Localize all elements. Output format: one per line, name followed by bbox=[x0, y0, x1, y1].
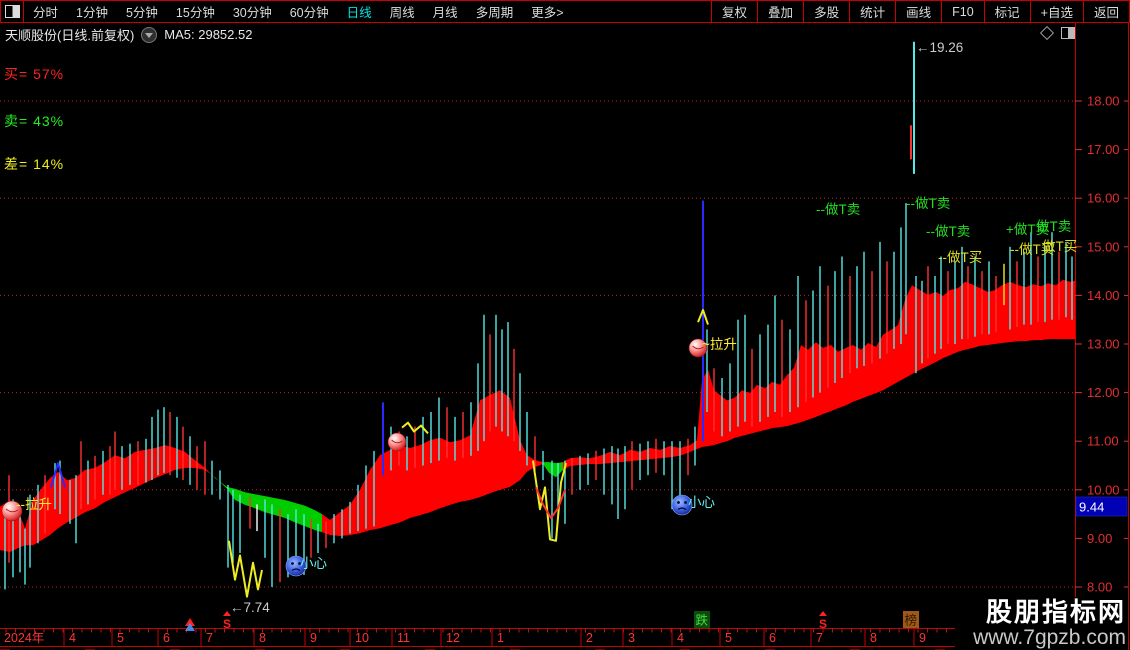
month-label: 12 bbox=[446, 631, 460, 645]
chart-annotation: 小心 bbox=[300, 556, 327, 571]
ma-value-label: MA5: 29852.52 bbox=[164, 27, 253, 42]
toolbar-button[interactable]: 复权 bbox=[711, 1, 757, 22]
timeline-badge-label: 榜 bbox=[905, 613, 918, 628]
signal-percentage-label: 差= 14% bbox=[4, 156, 65, 172]
split-pane-icon bbox=[4, 5, 20, 18]
scribble-line bbox=[228, 540, 263, 598]
chart-annotation: ~拉升 bbox=[702, 337, 737, 352]
toolbar-button[interactable]: 多股 bbox=[803, 1, 849, 22]
title-row-icons bbox=[1039, 25, 1075, 41]
indicator-band bbox=[215, 477, 322, 533]
sad-face-eye bbox=[684, 501, 687, 504]
period-tab[interactable]: 60分钟 bbox=[281, 2, 338, 21]
price-label: 12.00 bbox=[1087, 385, 1120, 400]
price-label: 13.00 bbox=[1087, 337, 1120, 352]
toolbar: 分时 1分钟 5分钟 15分钟 30分钟 60分钟 日线 周线 月线 多周期 更多> 复权 叠加 多股统… bbox=[0, 0, 1130, 23]
watermark-site-name: 股朋指标网 bbox=[985, 597, 1126, 627]
toolbar-right-buttons: 复权 叠加 多股 统计 画线 F10 标记 +自选 返回 bbox=[711, 1, 1129, 22]
sad-face-eye bbox=[677, 501, 680, 504]
period-tab[interactable]: 1分钟 bbox=[67, 2, 117, 21]
chart-annotation: 小心 bbox=[688, 495, 716, 510]
chart-annotation: 做T买 bbox=[1042, 239, 1077, 254]
period-tab[interactable]: 多周期 bbox=[467, 2, 523, 21]
period-tab[interactable]: 15分钟 bbox=[167, 2, 224, 21]
chart-annotation: --做T卖 bbox=[906, 196, 950, 211]
month-label: 8 bbox=[259, 631, 266, 645]
price-label: 10.00 bbox=[1087, 482, 1120, 497]
price-label: 8.00 bbox=[1087, 580, 1112, 595]
period-tab[interactable]: 30分钟 bbox=[224, 2, 281, 21]
price-label: 14.00 bbox=[1087, 288, 1120, 303]
month-label: 1 bbox=[497, 631, 504, 645]
chart-canvas[interactable]: 8.009.0010.0011.0012.0013.0014.0015.0016… bbox=[0, 22, 1130, 650]
chart-title-row: 天顺股份(日线.前复权) MA5: 29852.52 bbox=[5, 25, 252, 44]
period-tab[interactable]: 周线 bbox=[381, 2, 424, 21]
year-label: 2024年 bbox=[4, 631, 44, 645]
signal-percentage-label: 卖= 43% bbox=[4, 113, 65, 129]
toolbar-button[interactable]: 统计 bbox=[849, 1, 895, 22]
month-label: 3 bbox=[628, 631, 635, 645]
timeline-s-mark: S bbox=[819, 617, 827, 631]
price-label: 15.00 bbox=[1087, 239, 1120, 254]
chart-annotation: ←19.26 bbox=[916, 40, 963, 55]
month-label: 7 bbox=[816, 631, 823, 645]
month-label: 4 bbox=[69, 631, 76, 645]
price-label: 17.00 bbox=[1087, 142, 1120, 157]
month-label: 7 bbox=[206, 631, 213, 645]
period-tab[interactable]: 更多> bbox=[522, 2, 572, 21]
toolbar-button[interactable]: 返回 bbox=[1082, 1, 1129, 22]
price-label: 16.00 bbox=[1087, 191, 1120, 206]
indicator-band bbox=[563, 279, 1075, 470]
timeline-s-mark: S bbox=[223, 617, 231, 631]
chart-annotation: --做T卖 bbox=[926, 224, 970, 239]
stock-title: 天顺股份(日线.前复权) bbox=[5, 28, 135, 43]
month-label: 10 bbox=[355, 631, 369, 645]
chart-annotation: --做T卖 bbox=[816, 202, 860, 217]
chart-annotation: --做T买 bbox=[938, 250, 982, 265]
diamond-icon[interactable] bbox=[1039, 25, 1055, 41]
month-label: 9 bbox=[310, 631, 317, 645]
chart-annotation: --拉升 bbox=[16, 497, 52, 512]
month-label: 6 bbox=[769, 631, 776, 645]
month-label: 2 bbox=[586, 631, 593, 645]
toolbar-button[interactable]: 叠加 bbox=[757, 1, 803, 22]
month-label: 4 bbox=[677, 631, 684, 645]
month-label: 8 bbox=[870, 631, 877, 645]
toolbar-button[interactable]: F10 bbox=[941, 1, 984, 22]
chevron-down-icon bbox=[145, 33, 154, 38]
timeline-s-mark bbox=[819, 611, 827, 616]
indicator-band bbox=[543, 462, 563, 478]
period-tabs: 分时 1分钟 5分钟 15分钟 30分钟 60分钟 日线 周线 月线 多周期 更多> bbox=[24, 1, 573, 22]
toolbar-button[interactable]: 标记 bbox=[983, 1, 1030, 22]
watermark: 股朋指标网 www.7gpzb.com bbox=[955, 597, 1128, 650]
period-tab[interactable]: 分时 bbox=[24, 2, 67, 21]
month-label: 9 bbox=[919, 631, 926, 645]
month-label: 5 bbox=[117, 631, 124, 645]
period-tab[interactable]: 日线 bbox=[338, 2, 381, 21]
price-label: 18.00 bbox=[1087, 94, 1120, 109]
pull-up-ball-icon bbox=[387, 432, 407, 452]
timeline-badge-label: 跌 bbox=[696, 613, 709, 628]
pane-icon[interactable] bbox=[1061, 27, 1075, 39]
price-label: 9.00 bbox=[1087, 531, 1112, 546]
month-label: 6 bbox=[163, 631, 170, 645]
price-label: 11.00 bbox=[1087, 434, 1119, 449]
chart-annotation: ←7.74 bbox=[230, 600, 270, 615]
window-split-button[interactable] bbox=[1, 1, 24, 22]
watermark-url: www.7gpzb.com bbox=[973, 626, 1126, 649]
indicator-band bbox=[322, 390, 543, 536]
indicator-collapse-button[interactable] bbox=[141, 26, 158, 43]
last-price-value: 9.44 bbox=[1079, 500, 1104, 515]
month-label: 11 bbox=[397, 631, 410, 645]
chart-annotation: 做T卖 bbox=[1036, 219, 1071, 234]
toolbar-button[interactable]: 画线 bbox=[895, 1, 941, 22]
period-tab[interactable]: 5分钟 bbox=[117, 2, 167, 21]
signal-percentage-label: 买= 57% bbox=[4, 66, 65, 82]
month-label: 5 bbox=[725, 631, 732, 645]
toolbar-button[interactable]: +自选 bbox=[1029, 1, 1083, 22]
period-tab[interactable]: 月线 bbox=[424, 2, 467, 21]
trading-app-window: 分时 1分钟 5分钟 15分钟 30分钟 60分钟 日线 周线 月线 多周期 更多> 复权 叠加 多股统… bbox=[0, 0, 1130, 650]
sad-face-eye bbox=[291, 562, 294, 565]
